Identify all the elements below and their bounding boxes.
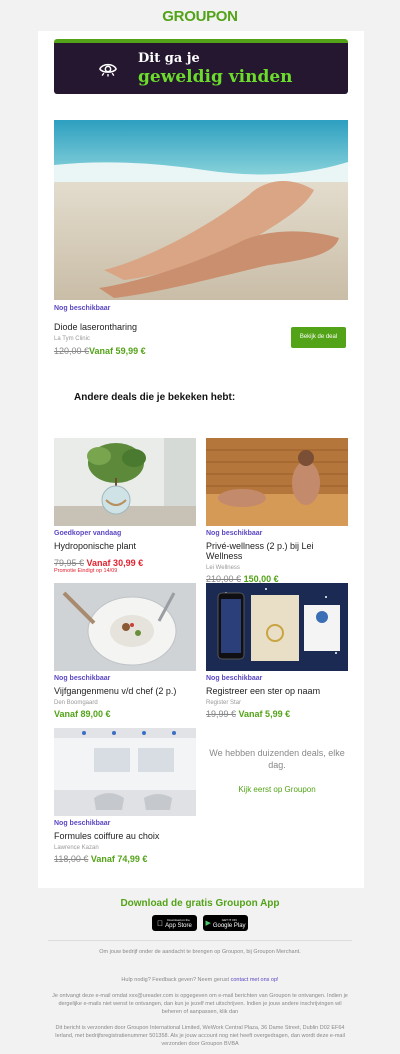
app-store-label: App Store — [162, 923, 192, 929]
deal-tile[interactable]: Nog beschikbaar Registreer een ster op n… — [206, 583, 348, 719]
deal-new-price: Vanaf 5,99 € — [238, 709, 291, 719]
deal-image[interactable] — [54, 728, 196, 816]
help-label: Hulp nodig? Feedback geven? Neem gerust — [121, 977, 230, 983]
deal-old-price: 118,00 € — [54, 854, 89, 864]
deal-new-price: Vanaf 89,00 € — [54, 709, 111, 719]
play-label: Google Play — [212, 923, 246, 929]
help-text: Hulp nodig? Feedback geven? Neem gerust … — [48, 976, 352, 984]
banner-line-1: Dit ga je — [138, 51, 200, 66]
store-badges:  Download on the App Store ▶ GET IT ON … — [0, 915, 400, 931]
deal-image[interactable] — [206, 583, 348, 671]
deal-image[interactable] — [54, 583, 196, 671]
hero-deal-image[interactable] — [54, 120, 348, 300]
play-icon: ▶ — [205, 920, 211, 927]
deal-tile[interactable]: Nog beschikbaar Vijfgangenmenu v/d chef … — [54, 583, 196, 719]
banner: Dit ga je geweldig vinden — [54, 39, 348, 94]
hero-old-price: 120,00 € — [54, 346, 90, 356]
google-play-button[interactable]: ▶ GET IT ON Google Play — [203, 915, 248, 931]
deal-image[interactable] — [54, 438, 196, 526]
deal-new-price: Vanaf 30,99 € — [86, 558, 144, 568]
merchant-note: Om jouw bedrijf onder de aandacht te bre… — [99, 949, 301, 955]
deal-image[interactable] — [206, 438, 348, 526]
apple-icon:  — [157, 919, 163, 928]
deal-merchant: Register Star — [206, 700, 242, 706]
deal-availability: Nog beschikbaar — [54, 675, 111, 682]
hero-availability: Nog beschikbaar — [54, 305, 111, 312]
groupon-logo[interactable]: GROUPON — [0, 8, 400, 25]
banner-line-2: geweldig vinden — [138, 67, 293, 87]
view-deal-button[interactable]: Bekijk de deal — [291, 327, 346, 348]
deal-promo: Promotie Eindigt op 14/09 — [54, 568, 118, 574]
deal-title[interactable]: Privé-wellness (2 p.) bij Lei Wellness — [206, 541, 348, 561]
deal-merchant: Lei Wellness — [206, 565, 240, 571]
deal-price: 79,95 € Vanaf 30,99 € — [54, 558, 196, 568]
hero-title[interactable]: Diode laserontharing — [54, 322, 137, 332]
hero-merchant: La Tym Clinic — [54, 336, 90, 342]
hero-price: 120,00 €Vanaf 59,99 € — [54, 346, 146, 356]
section-title: Andere deals die je bekeken hebt: — [74, 392, 236, 403]
deal-new-price: Vanaf 74,99 € — [90, 854, 148, 864]
deal-title[interactable]: Hydroponische plant — [54, 541, 196, 551]
hero-new-price: Vanaf 59,99 € — [89, 346, 146, 356]
legal-text-1: Je ontvangt deze e-mail omdat xxx@ureade… — [52, 993, 348, 1015]
deal-title[interactable]: Registreer een ster op naam — [206, 686, 348, 696]
deal-tile[interactable]: Nog beschikbaar Formules coiffure au cho… — [54, 728, 196, 864]
more-deals-link[interactable]: Kijk eerst op Groupon — [206, 785, 348, 794]
deal-availability: Nog beschikbaar — [206, 530, 263, 537]
deal-merchant: Lawrence Kazan — [54, 845, 99, 851]
deal-tile[interactable]: Nog beschikbaar Privé-wellness (2 p.) bi… — [206, 438, 348, 584]
deal-tile[interactable]: Goedkoper vandaag Hydroponische plant 79… — [54, 438, 196, 574]
deal-old-price: 19,99 € — [206, 709, 237, 719]
app-store-button[interactable]:  Download on the App Store — [152, 915, 197, 931]
footer-divider — [48, 940, 352, 941]
deal-old-price: 79,95 € — [54, 558, 85, 568]
deal-merchant: Den Boomgaard — [54, 700, 98, 706]
more-deals-text: We hebben duizenden deals, elke dag. — [209, 748, 345, 770]
deal-price: 118,00 € Vanaf 74,99 € — [54, 854, 196, 864]
deal-availability: Nog beschikbaar — [54, 820, 111, 827]
deal-availability: Nog beschikbaar — [206, 675, 263, 682]
download-app-title: Download de gratis Groupon App — [120, 898, 280, 909]
deal-availability: Goedkoper vandaag — [54, 530, 122, 537]
deal-title[interactable]: Vijfgangenmenu v/d chef (2 p.) — [54, 686, 196, 696]
legal-text-2: Dit bericht is verzonden door Groupon In… — [55, 1025, 345, 1047]
deal-title[interactable]: Formules coiffure au choix — [54, 831, 196, 841]
deal-price: Vanaf 89,00 € — [54, 709, 196, 719]
email-card: Dit ga je geweldig vinden Nog beschikbaa… — [38, 31, 364, 888]
eye-icon — [99, 63, 117, 77]
contact-link[interactable]: contact met ons op! — [231, 977, 279, 983]
footer: Download de gratis Groupon App  Downloa… — [0, 888, 400, 1048]
deal-price: 19,99 € Vanaf 5,99 € — [206, 709, 348, 719]
